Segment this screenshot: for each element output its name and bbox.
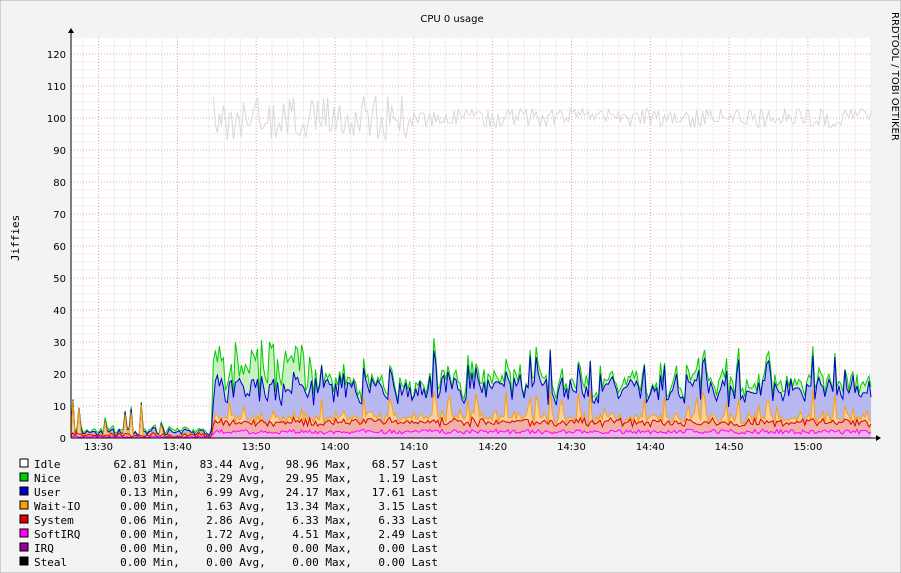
y-tick-label: 60 [53, 242, 66, 253]
legend-swatch-system [19, 514, 29, 524]
y-axis-label: Jiffies [9, 215, 22, 261]
x-tick-label: 15:00 [794, 442, 823, 453]
x-tick-label: 13:50 [242, 442, 271, 453]
legend-swatch-steal [19, 556, 29, 566]
y-tick-label: 40 [53, 306, 66, 317]
legend-entry-nice: Nice 0.03 Min, 3.29 Avg, 29.95 Max, 1.19… [34, 472, 438, 485]
x-tick-label: 13:40 [163, 442, 192, 453]
y-tick-label: 0 [60, 434, 66, 445]
legend-swatch-user [19, 486, 29, 496]
legend-entry-steal: Steal 0.00 Min, 0.00 Avg, 0.00 Max, 0.00… [34, 556, 438, 569]
x-tick-label: 13:30 [84, 442, 113, 453]
cpu-usage-graph: CPU 0 usage Jiffies RRDTOOL / TOBI OETIK… [0, 0, 901, 573]
y-tick-label: 110 [47, 82, 66, 93]
legend-swatch-wait-io [19, 500, 29, 510]
y-tick-label: 100 [47, 114, 66, 125]
legend-entry-wait-io: Wait-IO 0.00 Min, 1.63 Avg, 13.34 Max, 3… [34, 500, 438, 513]
legend-entry-irq: IRQ 0.00 Min, 0.00 Avg, 0.00 Max, 0.00 L… [34, 542, 438, 555]
legend: Idle 62.81 Min, 83.44 Avg, 98.96 Max, 68… [19, 458, 438, 569]
y-tick-label: 30 [53, 338, 66, 349]
y-tick-label: 80 [53, 178, 66, 189]
y-tick-label: 90 [53, 146, 66, 157]
legend-entry-softirq: SoftIRQ 0.00 Min, 1.72 Avg, 4.51 Max, 2.… [34, 528, 438, 541]
legend-entry-user: User 0.13 Min, 6.99 Avg, 24.17 Max, 17.6… [34, 486, 438, 499]
y-tick-label: 20 [53, 370, 66, 381]
chart-svg: CPU 0 usage Jiffies RRDTOOL / TOBI OETIK… [0, 0, 901, 573]
x-tick-label: 14:00 [321, 442, 350, 453]
x-tick-label: 14:20 [478, 442, 507, 453]
y-tick-label: 10 [53, 402, 66, 413]
x-tick-label: 14:40 [636, 442, 665, 453]
legend-swatch-irq [19, 542, 29, 552]
y-tick-label: 120 [47, 50, 66, 61]
x-tick-label: 14:30 [557, 442, 586, 453]
legend-swatch-nice [19, 472, 29, 482]
legend-swatch-softirq [19, 528, 29, 538]
rrdtool-watermark: RRDTOOL / TOBI OETIKER [889, 12, 900, 141]
x-tick-label: 14:50 [715, 442, 744, 453]
legend-swatch-idle [19, 458, 29, 468]
chart-title: CPU 0 usage [420, 14, 483, 25]
legend-entry-system: System 0.06 Min, 2.86 Avg, 6.33 Max, 6.3… [34, 514, 438, 527]
y-tick-label: 50 [53, 274, 66, 285]
y-tick-label: 70 [53, 210, 66, 221]
x-tick-label: 14:10 [399, 442, 428, 453]
legend-entry-idle: Idle 62.81 Min, 83.44 Avg, 98.96 Max, 68… [34, 458, 438, 471]
